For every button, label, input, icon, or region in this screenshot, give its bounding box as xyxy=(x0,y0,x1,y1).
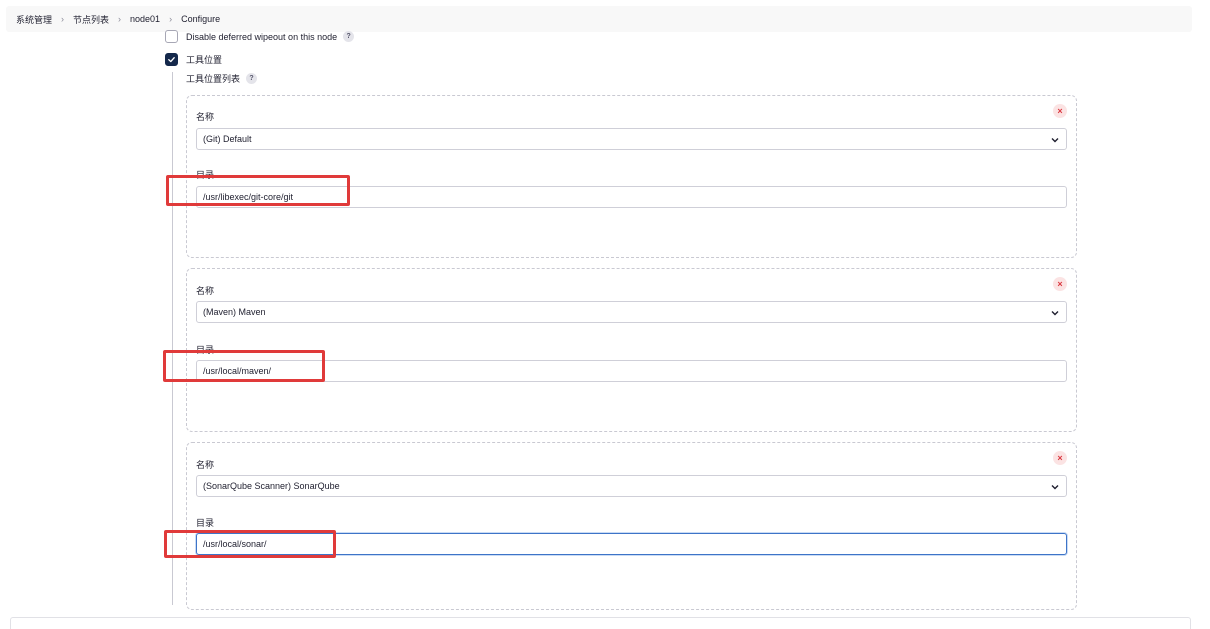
tool-name-select[interactable]: (SonarQube Scanner) SonarQube xyxy=(196,475,1067,497)
breadcrumb-item-node[interactable]: node01 xyxy=(130,14,160,24)
tool-name-select[interactable]: (Maven) Maven xyxy=(196,301,1067,323)
disable-wipeout-option: Disable deferred wipeout on this node ? xyxy=(165,30,355,43)
tool-location-option: 工具位置 xyxy=(165,53,222,66)
name-label: 名称 xyxy=(196,460,215,470)
tool-location-card-sonarqube: × 名称 (SonarQube Scanner) SonarQube 目录 /u… xyxy=(186,442,1077,610)
bottom-toolbar xyxy=(10,617,1191,629)
delete-icon[interactable]: × xyxy=(1053,104,1067,118)
breadcrumb-item-nodes[interactable]: 节点列表 xyxy=(73,13,109,26)
help-icon[interactable]: ? xyxy=(343,31,355,42)
directory-input[interactable]: /usr/local/maven/ xyxy=(196,360,1067,382)
chevron-right-icon: › xyxy=(61,14,65,24)
chevron-right-icon: › xyxy=(118,14,122,24)
breadcrumb: 系统管理 › 节点列表 › node01 › Configure xyxy=(6,6,1192,32)
nesting-line xyxy=(172,72,173,605)
chevron-down-icon xyxy=(1051,138,1059,143)
tool-location-label[interactable]: 工具位置 xyxy=(186,53,222,66)
tool-location-checkbox[interactable] xyxy=(165,53,178,66)
highlight-box xyxy=(164,530,336,558)
chevron-down-icon xyxy=(1051,311,1059,316)
tool-location-list-header: 工具位置列表 ? xyxy=(186,72,258,85)
tool-name-value: (Git) Default xyxy=(203,134,252,144)
chevron-down-icon xyxy=(1051,485,1059,490)
highlight-box xyxy=(166,175,350,206)
disable-wipeout-checkbox[interactable] xyxy=(165,30,178,43)
name-label: 名称 xyxy=(196,112,215,122)
directory-label: 目录 xyxy=(196,518,215,528)
highlight-box xyxy=(163,350,325,382)
delete-icon[interactable]: × xyxy=(1053,451,1067,465)
breadcrumb-item-system[interactable]: 系统管理 xyxy=(16,13,52,26)
chevron-right-icon: › xyxy=(169,14,173,24)
name-label: 名称 xyxy=(196,286,215,296)
tool-name-value: (Maven) Maven xyxy=(203,307,266,317)
disable-wipeout-label[interactable]: Disable deferred wipeout on this node xyxy=(186,32,337,42)
delete-icon[interactable]: × xyxy=(1053,277,1067,291)
checkmark-icon xyxy=(168,57,175,63)
help-icon[interactable]: ? xyxy=(246,73,258,84)
breadcrumb-item-configure[interactable]: Configure xyxy=(181,14,220,24)
tool-name-value: (SonarQube Scanner) SonarQube xyxy=(203,481,340,491)
tool-name-select[interactable]: (Git) Default xyxy=(196,128,1067,150)
tool-location-list-label: 工具位置列表 xyxy=(186,74,241,84)
